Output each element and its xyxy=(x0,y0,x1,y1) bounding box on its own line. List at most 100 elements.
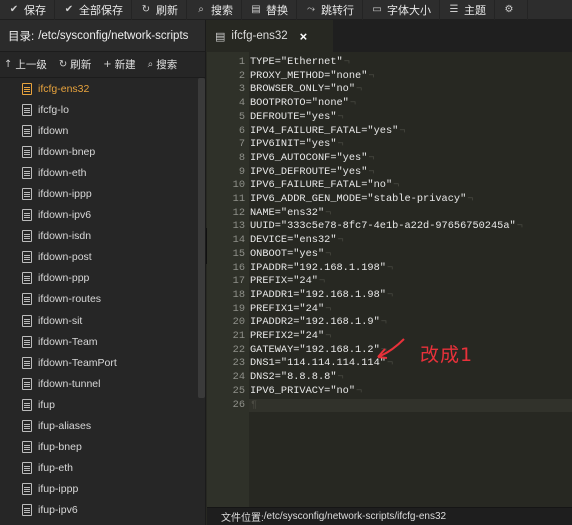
end-of-line-marker: ¬ xyxy=(325,247,332,260)
end-of-line-marker: ¬ xyxy=(337,138,344,151)
sidebar-action-2[interactable]: + 新建 xyxy=(103,57,135,72)
file-list-item[interactable]: ifup-bnep xyxy=(0,437,198,458)
toolbar-button-5[interactable]: ⤳ 跳转行 xyxy=(297,0,363,20)
file-name: ifdown-ippp xyxy=(38,188,92,201)
search-icon: ⌕ xyxy=(198,4,204,15)
file-list-item[interactable]: ifdown-routes xyxy=(0,289,198,310)
file-list-item[interactable]: ifdown-bnep xyxy=(0,141,198,162)
toolbar-button-2[interactable]: ↻ 刷新 xyxy=(132,0,187,20)
end-of-line-marker: ¬ xyxy=(325,206,332,219)
plus-icon: + xyxy=(103,59,112,70)
code-line[interactable]: IPADDR1="192.168.1.98"¬ xyxy=(250,289,393,303)
toolbar-button-4[interactable]: ▤ 替换 xyxy=(242,0,297,20)
code-line[interactable]: PREFIX="24"¬ xyxy=(250,275,325,289)
tab-ifcfg-ens32[interactable]: ▤ ifcfg-ens32 × xyxy=(207,20,333,52)
end-of-line-marker: ¬ xyxy=(368,165,375,178)
code-editor[interactable]: 1 TYPE="Ethernet"¬ 2 PROXY_METHOD="none"¬ 3 B… xyxy=(207,52,572,507)
file-list-item[interactable]: ifup-eth xyxy=(0,458,198,479)
file-list-item[interactable]: ifdown xyxy=(0,120,198,141)
sidebar-action-3[interactable]: ⌕ 搜索 xyxy=(148,57,178,72)
code-line[interactable]: UUID="333c5e78-8fc7-4e1b-a22d-9765675024… xyxy=(250,220,523,234)
code-line[interactable]: IPV6_FAILURE_FATAL="no"¬ xyxy=(250,179,399,193)
code-line[interactable]: ONBOOT="yes"¬ xyxy=(250,248,331,262)
file-list-item[interactable]: ifdown-isdn xyxy=(0,226,198,247)
file-list-item[interactable]: ifdown-ippp xyxy=(0,183,198,204)
file-icon xyxy=(22,293,32,306)
sidebar-action-1[interactable]: ↻ 刷新 xyxy=(59,57,91,72)
file-list-item[interactable]: ifcfg-ens32 xyxy=(0,78,198,99)
code-line[interactable]: PREFIX2="24"¬ xyxy=(250,330,331,344)
code-line[interactable]: IPV6_DEFROUTE="yes"¬ xyxy=(250,166,375,180)
file-name: ifdown-ipv6 xyxy=(38,209,92,222)
code-line[interactable]: DEFROUTE="yes"¬ xyxy=(250,111,344,125)
code-line[interactable]: IPV6_PRIVACY="no"¬ xyxy=(250,385,362,399)
toolbar-button-1[interactable]: ✔ 全部保存 xyxy=(55,0,132,20)
font-size-icon: ▭ xyxy=(372,4,382,15)
close-tab-icon[interactable]: × xyxy=(300,29,308,44)
code-text: DEVICE="ens32" xyxy=(250,234,337,247)
code-text: IPV6INIT="yes" xyxy=(250,138,337,151)
file-list-item[interactable]: ifdown-ipv6 xyxy=(0,205,198,226)
code-line[interactable]: DNS2="8.8.8.8"¬ xyxy=(250,371,344,385)
file-list-item[interactable]: ifup-ippp xyxy=(0,479,198,500)
code-text: IPV6_FAILURE_FATAL="no" xyxy=(250,179,393,192)
file-list-item[interactable]: ifup xyxy=(0,394,198,415)
end-of-line-marker: ¬ xyxy=(349,97,357,110)
code-line[interactable]: IPV4_FAILURE_FATAL="yes"¬ xyxy=(250,125,406,139)
code-text: PREFIX2="24" xyxy=(250,330,325,342)
code-line[interactable]: IPADDR="192.168.1.198"¬ xyxy=(250,262,393,276)
file-name: ifdown-TeamPort xyxy=(38,356,117,369)
toolbar-button-3[interactable]: ⌕ 搜索 xyxy=(187,0,242,20)
code-line[interactable]: IPV6_ADDR_GEN_MODE="stable-privacy"¬ xyxy=(250,193,473,207)
end-of-line-marker: ¬ xyxy=(337,110,344,123)
code-line[interactable]: IPV6INIT="yes"¬ xyxy=(250,138,344,152)
toolbar-button-7[interactable]: ☰ 主题 xyxy=(440,0,495,20)
end-of-line-marker: ¬ xyxy=(325,330,332,342)
code-text: PROXY_METHOD="none" xyxy=(250,69,368,82)
file-icon xyxy=(22,441,32,454)
file-list-scrollbar[interactable] xyxy=(198,78,205,398)
file-list-item[interactable]: ifup-ipv6 xyxy=(0,500,198,521)
sidebar-action-0[interactable]: ↑ 上一级 xyxy=(4,57,47,72)
code-line[interactable]: PROXY_METHOD="none"¬ xyxy=(250,70,375,84)
file-list-item[interactable]: ifdown-sit xyxy=(0,310,198,331)
file-list-item[interactable]: ifup-aliases xyxy=(0,416,198,437)
toolbar-button-0[interactable]: ✔ 保存 xyxy=(0,0,55,20)
line-number: 9 xyxy=(238,165,245,178)
code-text: UUID="333c5e78-8fc7-4e1b-a22d-9765675024… xyxy=(250,220,516,233)
file-list-item[interactable]: ifcfg-lo xyxy=(0,99,198,120)
file-name: ifup-bnep xyxy=(38,441,82,454)
file-icon xyxy=(22,377,32,390)
code-line[interactable]: IPADDR2="192.168.1.9"¬ xyxy=(250,316,387,330)
code-line[interactable]: IPV6_AUTOCONF="yes"¬ xyxy=(250,152,375,166)
toolbar: ✔ 保存 ✔ 全部保存 ↻ 刷新 ⌕ 搜索 ▤ 替换 ⤳ 跳转行 ▭ 字体大小 ☰ 主题 ⚙ xyxy=(0,0,572,20)
code-line[interactable]: NAME="ens32"¬ xyxy=(250,207,331,221)
line-number: 23 xyxy=(232,357,245,370)
code-line[interactable]: TYPE="Ethernet"¬ xyxy=(250,56,350,70)
file-name: ifdown xyxy=(38,124,69,137)
line-number: 21 xyxy=(232,330,245,342)
file-list-item[interactable]: ifdown-tunnel xyxy=(0,373,198,394)
code-line[interactable]: GATEWAY="192.168.1.2"¬ xyxy=(250,344,387,358)
sidebar-action-label: 上一级 xyxy=(15,59,47,71)
code-text: DNS1="114.114.114.114" xyxy=(250,357,386,370)
code-line[interactable]: BROWSER_ONLY="no"¬ xyxy=(250,83,362,97)
file-list-item[interactable]: ifdown-Team xyxy=(0,331,198,352)
file-list-item[interactable]: ifdown-TeamPort xyxy=(0,352,198,373)
toolbar-button-label: 全部保存 xyxy=(79,4,123,17)
line-number: 20 xyxy=(232,316,245,329)
code-line[interactable]: ¶ xyxy=(250,399,257,413)
toolbar-button-6[interactable]: ▭ 字体大小 xyxy=(363,0,440,20)
code-text: ONBOOT="yes" xyxy=(250,247,325,260)
line-number: 18 xyxy=(232,288,245,301)
code-line[interactable]: DEVICE="ens32"¬ xyxy=(250,234,344,248)
code-line[interactable]: BOOTPROTO="none"¬ xyxy=(250,97,356,111)
end-of-line-marker: ¬ xyxy=(380,316,387,329)
settings-button[interactable]: ⚙ xyxy=(495,0,528,20)
current-line-highlight xyxy=(249,398,572,413)
file-list-item[interactable]: ifdown-post xyxy=(0,247,198,268)
code-line[interactable]: PREFIX1="24"¬ xyxy=(250,303,331,317)
file-list-item[interactable]: ifdown-eth xyxy=(0,162,198,183)
end-of-line-marker: ¬ xyxy=(516,220,523,233)
file-list-item[interactable]: ifdown-ppp xyxy=(0,268,198,289)
